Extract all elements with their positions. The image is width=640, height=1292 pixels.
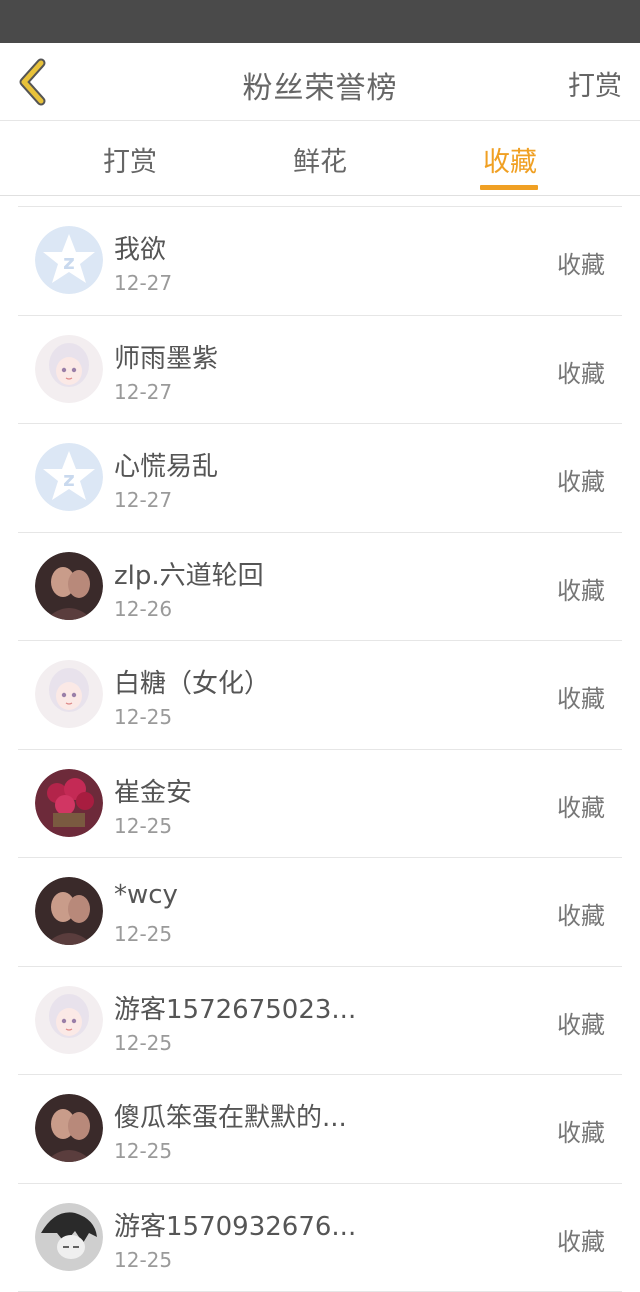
fan-list-item[interactable]: 崔金安 12-25 收藏 [18, 750, 622, 859]
fan-list-item[interactable]: 傻瓜笨蛋在默默的... 12-25 收藏 [18, 1075, 622, 1184]
tab-flowers[interactable]: 鲜花 [260, 140, 380, 179]
fan-list-item[interactable]: *wcy 12-25 收藏 [18, 858, 622, 967]
fan-list-item[interactable]: 白糖（女化） 12-25 收藏 [18, 641, 622, 750]
fan-list-item[interactable]: 游客1570932676... 12-25 收藏 [18, 1184, 622, 1292]
fan-action-label: 收藏 [557, 788, 605, 823]
fan-date: 12-25 [114, 1248, 172, 1272]
sketch-avatar[interactable] [35, 1203, 103, 1271]
fan-name: 我欲 [114, 229, 166, 266]
fan-name: 傻瓜笨蛋在默默的... [114, 1097, 347, 1134]
svg-text:z: z [63, 250, 75, 274]
fan-action-label: 收藏 [557, 896, 605, 931]
fan-action-label: 收藏 [557, 571, 605, 606]
status-bar [0, 0, 640, 43]
fan-list-item[interactable]: z 我欲 12-27 收藏 [18, 207, 622, 316]
fan-action-label: 收藏 [557, 354, 605, 389]
fan-list-item[interactable]: zlp.六道轮回 12-26 收藏 [18, 533, 622, 642]
svg-text:z: z [63, 467, 75, 491]
fan-date: 12-27 [114, 488, 172, 512]
fan-list-item[interactable]: z 心慌易乱 12-27 收藏 [18, 424, 622, 533]
photo-avatar[interactable] [35, 1094, 103, 1162]
nav-bar: 粉丝荣誉榜 打赏 [0, 43, 640, 121]
fan-action-label: 收藏 [557, 245, 605, 280]
default-qq-avatar[interactable]: z [35, 443, 103, 511]
fan-action-label: 收藏 [557, 1222, 605, 1257]
fan-list-item[interactable]: 游客1572675023... 12-25 收藏 [18, 967, 622, 1076]
anime-girl-avatar[interactable] [35, 660, 103, 728]
fan-name: zlp.六道轮回 [114, 555, 264, 592]
tab-bar: 打赏 鲜花 收藏 [0, 122, 640, 196]
anime-girl-avatar[interactable] [35, 335, 103, 403]
flower-basket-avatar[interactable] [35, 769, 103, 837]
default-qq-avatar[interactable]: z [35, 226, 103, 294]
fan-name: 师雨墨紫 [114, 338, 218, 375]
fan-name: 崔金安 [114, 772, 192, 809]
fan-name: 心慌易乱 [114, 446, 218, 483]
page-title: 粉丝荣誉榜 [0, 63, 640, 107]
fan-name: *wcy [114, 880, 178, 910]
fan-action-label: 收藏 [557, 462, 605, 497]
fan-date: 12-26 [114, 597, 172, 621]
fan-date: 12-25 [114, 705, 172, 729]
fan-name: 游客1572675023... [114, 989, 356, 1026]
photo-avatar[interactable] [35, 877, 103, 945]
reward-button[interactable]: 打赏 [568, 64, 622, 103]
fan-date: 12-25 [114, 814, 172, 838]
fan-name: 白糖（女化） [114, 663, 270, 700]
fan-date: 12-25 [114, 922, 172, 946]
fan-name: 游客1570932676... [114, 1206, 356, 1243]
fan-date: 12-27 [114, 380, 172, 404]
tab-reward[interactable]: 打赏 [70, 140, 190, 179]
fan-action-label: 收藏 [557, 1005, 605, 1040]
fan-action-label: 收藏 [557, 679, 605, 714]
tab-favorites[interactable]: 收藏 [450, 140, 570, 179]
fan-list-item[interactable]: 师雨墨紫 12-27 收藏 [18, 316, 622, 425]
fan-date: 12-27 [114, 271, 172, 295]
fan-date: 12-25 [114, 1139, 172, 1163]
photo-avatar[interactable] [35, 552, 103, 620]
fan-action-label: 收藏 [557, 1113, 605, 1148]
fan-list: z我欲12-27收藏师雨墨紫12-27收藏z心慌易乱12-27收藏zlp.六道轮… [18, 206, 622, 1292]
fan-date: 12-25 [114, 1031, 172, 1055]
anime-girl-avatar[interactable] [35, 986, 103, 1054]
active-tab-indicator [480, 185, 538, 190]
